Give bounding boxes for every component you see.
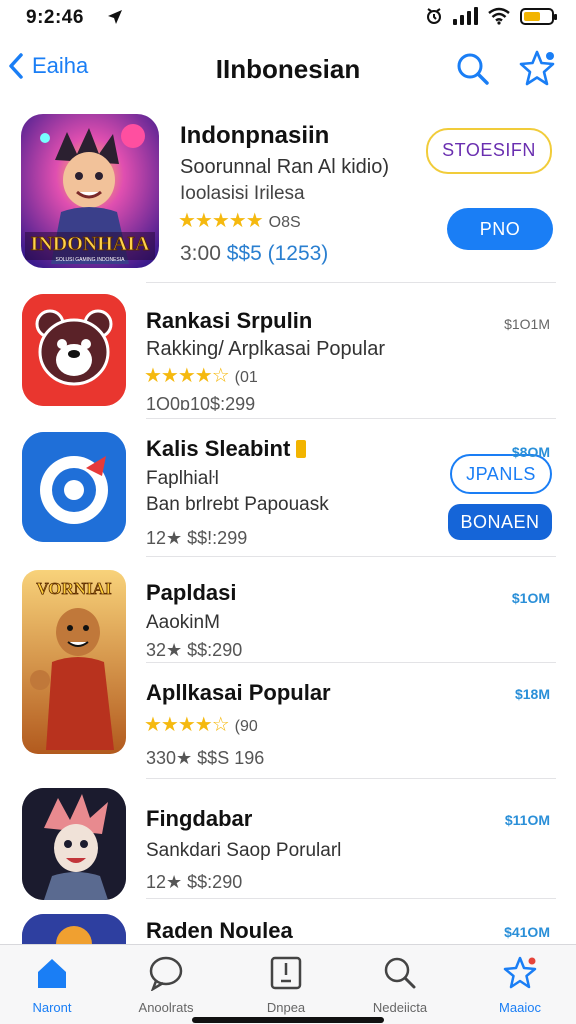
game-hero-art-icon: INDONHAIA SOLUSI GAMING INDONESIA [21,114,159,268]
app-icon: INDONHAIA SOLUSI GAMING INDONESIA [21,114,159,268]
app-meta: 3:00 $$5 (1253) [180,242,328,266]
rating-count: (90 [234,718,258,735]
action-button[interactable]: BONAEN [448,504,552,540]
app-name: Raden Noulea [146,918,293,943]
app-name: Apllkasai Popular [146,680,331,705]
icon-art-subtitle: SOLUSI GAMING INDONESIA [56,257,126,263]
tab-label: Naront [32,1000,72,1015]
app-name: Indonpnasiin [180,122,330,149]
rating-stars: ★★★★☆ (90 [144,714,258,736]
app-subtitle: Rakking/ Arplkasai Popular [146,338,386,360]
app-price: $1OM [511,590,550,606]
rating-count: (01 [234,369,258,386]
divider [146,898,556,899]
apps-box-icon [270,956,302,990]
list-item[interactable]: VORNIAI Papldasi AaokinM 32★ $$:290 $1OM [0,566,576,754]
app-name: Kalis Sleabint [146,436,307,462]
app-name: Rankasi Srpulin [146,308,313,333]
divider [146,282,556,283]
search-icon[interactable] [454,50,492,88]
list-item[interactable]: Rankasi Srpulin Rakking/ Arplkasai Popul… [0,292,576,494]
battery-icon [520,7,557,25]
divider [146,778,556,779]
get-button[interactable]: PNO [447,208,553,250]
tab-home[interactable]: Naront [2,955,102,1015]
app-icon [22,788,126,900]
list-item[interactable]: INDONHAIA SOLUSI GAMING INDONESIA Indonp… [0,108,576,282]
tab-label: Anoolrats [138,1000,194,1015]
app-meta: 330★ $$S 196 [146,748,265,768]
app-category: Ban brlrebt Papouask [146,494,329,515]
app-meta-time: 3:00 [180,242,227,265]
spiky-hero-art-icon [22,788,126,900]
app-meta: 12★ $$!:299 [146,528,248,548]
app-icon [22,914,126,944]
tab-apps[interactable]: Dnpea [236,955,336,1015]
app-price: $41OM [504,924,550,940]
tab-search[interactable]: Nedeiicta [350,955,450,1015]
status-time: 9:2:46 [26,7,84,28]
app-subtitle: Faplhiaŀl [146,468,219,489]
cellular-signal-icon [453,7,478,25]
favorites-star-icon[interactable] [516,48,558,90]
tab-label: Nedeiicta [372,1000,428,1015]
star-icon [503,956,537,989]
app-price: $1O1M [504,316,550,332]
list-item[interactable]: Fingdabar Sankdari Saop Porularl 12★ $$:… [0,788,576,900]
app-subtitle: AaokinM [146,612,220,633]
rating-count: O8S [268,214,301,231]
target-ring-icon [22,432,126,542]
rating-stars: ★★★★☆ (01 [144,365,258,387]
icon-art-title: INDONHAIA [31,233,150,255]
list-item[interactable]: Kalis Sleabint Faplhiaŀl Ban brlrebt Pap… [0,426,576,556]
bear-face-icon [22,294,126,406]
app-meta: 32★ $$:290 [146,640,243,660]
tab-chat[interactable]: Anoolrats [116,955,216,1015]
partial-game-art-icon [22,914,126,944]
status-bar: 9:2:46 [0,0,576,34]
app-price: $8OM [511,444,550,460]
app-category: Ioolasisi Irilesa [180,183,305,204]
tab-favorites[interactable]: Maaioc [470,955,570,1015]
navigation-bar: Eaiha IInbonesian [0,40,576,100]
app-icon [22,294,126,406]
app-price: $18M [514,686,550,702]
alarm-icon [427,8,441,24]
wifi-icon [488,7,510,25]
store-button[interactable]: STOESIFN [426,128,552,174]
home-icon [38,959,66,988]
chat-bubble-icon [149,956,183,992]
search-icon [384,957,416,989]
divider [146,556,556,557]
icon-art-title: VORNIAI [36,579,112,598]
tab-bar: Naront Anoolrats Dnpea Nedeiicta Maaioc [0,944,576,1024]
app-meta-price: $$5 (1253) [226,242,329,265]
home-indicator [192,1017,384,1023]
location-arrow-icon [108,10,122,24]
app-subtitle: Sankdari Saop Porularl [146,840,342,861]
tab-label: Dnpea [266,1000,306,1015]
app-icon [22,432,126,542]
app-name: Fingdabar [146,806,253,831]
app-name: Papldasi [146,580,237,605]
app-subtitle: Soorunnal Ran Al kidio) [180,156,390,178]
list-item[interactable]: Apllkasai Popular ★★★★☆ (90 330★ $$S 196 … [0,672,576,780]
rating-stars: ★★★★★ O8S [178,210,301,232]
list-item[interactable]: Raden Noulea $41OM [0,910,576,944]
divider [146,418,556,419]
divider [146,662,556,663]
app-meta: 1O0ɒ10$:299 [146,394,256,414]
badge-icon [296,440,307,458]
app-meta: 12★ $$:290 [146,872,243,892]
app-price: $11OM [504,812,550,828]
app-name-text: Kalis Sleabint [146,436,291,461]
tab-label: Maaioc [499,1000,541,1015]
